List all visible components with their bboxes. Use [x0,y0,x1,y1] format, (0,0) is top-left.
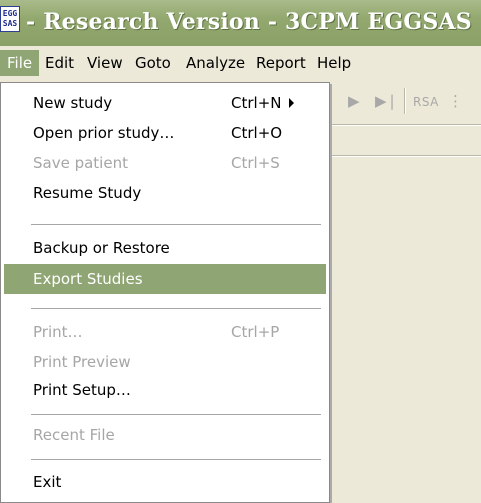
menu-item-shortcut: Ctrl+N [231,94,282,112]
submenu-arrow-icon [289,98,294,108]
toolbar-icon-partial[interactable]: ⋮ [448,92,463,110]
menu-item-label: Open prior study… [33,124,175,142]
menu-help[interactable]: Help [310,50,358,76]
menu-separator [31,224,321,225]
menu-bar: File Edit View Goto Analyze Report Help [0,46,481,82]
menu-item-new-study[interactable]: New study Ctrl+N [4,88,326,118]
menu-separator [31,414,321,415]
panel-border-highlight [320,156,481,157]
menu-analyze[interactable]: Analyze [179,50,252,76]
menu-item-label: Exit [33,473,62,491]
menu-item-resume-study[interactable]: Resume Study [4,178,326,208]
window-title: - Research Version - 3CPM EGGSAS [26,9,472,35]
menu-item-save-patient[interactable]: Save patient Ctrl+S [4,148,326,178]
logo-text-line1: EGG [2,9,18,18]
menu-separator [31,308,321,309]
menu-item-backup-restore[interactable]: Backup or Restore [4,233,326,263]
rsa-button[interactable]: RSA [413,95,439,109]
app-logo-icon: EGG SAS [0,6,20,32]
menu-item-label: Print… [33,323,83,341]
menu-item-label: Print Setup… [33,381,131,399]
menu-item-print[interactable]: Print… Ctrl+P [4,317,326,347]
menu-separator [31,459,321,460]
toolbar-separator [404,88,406,114]
menu-item-print-setup[interactable]: Print Setup… [4,375,326,405]
menu-item-label: Save patient [33,154,128,172]
menu-report[interactable]: Report [249,50,313,76]
menu-view[interactable]: View [80,50,130,76]
toolbar-border-highlight [320,125,481,126]
menu-item-label: Print Preview [33,353,131,371]
menu-item-shortcut: Ctrl+P [231,323,280,341]
menu-goto[interactable]: Goto [128,50,178,76]
menu-file[interactable]: File [0,50,40,76]
menu-item-recent-file[interactable]: Recent File [4,420,326,450]
menu-item-print-preview[interactable]: Print Preview [4,347,326,377]
menu-edit[interactable]: Edit [38,50,81,76]
play-icon[interactable]: ▶ [348,92,360,110]
menu-item-exit[interactable]: Exit [4,467,326,497]
file-menu-dropdown: New study Ctrl+N Open prior study… Ctrl+… [0,82,330,503]
menu-item-shortcut: Ctrl+S [231,154,280,172]
skip-to-end-icon[interactable]: ▶ | [375,92,395,110]
menu-item-label: Recent File [33,426,115,444]
menu-item-label: New study [33,94,113,112]
menu-item-export-studies[interactable]: Export Studies [4,264,326,294]
menu-item-label: Backup or Restore [33,239,170,257]
menu-item-open-prior-study[interactable]: Open prior study… Ctrl+O [4,118,326,148]
menu-item-label: Resume Study [33,184,142,202]
menu-item-label: Export Studies [33,270,143,288]
title-bar[interactable]: EGG SAS - Research Version - 3CPM EGGSAS [0,0,481,47]
logo-text-line2: SAS [2,19,18,28]
menu-item-shortcut: Ctrl+O [231,124,283,142]
